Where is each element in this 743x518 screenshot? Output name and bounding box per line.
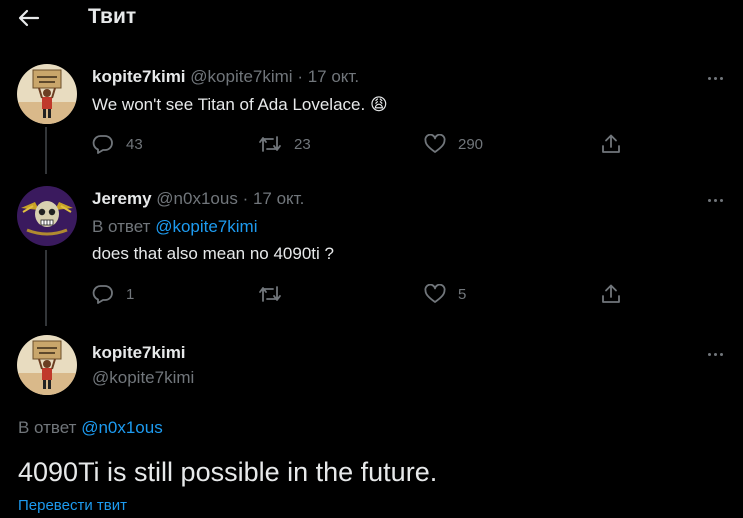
- page-title: Твит: [88, 5, 137, 28]
- more-icon: [706, 67, 724, 85]
- separator: ·: [242, 189, 249, 208]
- more-icon: [706, 343, 724, 361]
- share-icon: [602, 284, 620, 303]
- reply-context: В ответ @kopite7kimi: [92, 217, 257, 237]
- author-name[interactable]: kopite7kimi: [92, 67, 186, 86]
- top-bar: Твит: [0, 0, 743, 36]
- retweet-count: 23: [294, 135, 311, 153]
- reply-prefix: В ответ: [92, 217, 151, 236]
- main-tweet-text: 4090Ti is still possible in the future.: [18, 457, 438, 487]
- avatar-image: [17, 186, 77, 246]
- reply-icon: [92, 135, 113, 154]
- more-button[interactable]: [702, 344, 728, 360]
- more-button[interactable]: [702, 190, 728, 206]
- reply-prefix: В ответ: [18, 418, 77, 437]
- retweet-icon: [259, 286, 281, 302]
- like-button[interactable]: 5: [424, 284, 466, 304]
- reply-to-link[interactable]: @kopite7kimi: [155, 217, 257, 236]
- retweet-icon: [259, 136, 281, 152]
- reply-count: 43: [126, 135, 143, 153]
- tweet-text: We won't see Titan of Ada Lovelace. 😩: [92, 95, 388, 115]
- like-icon: [424, 284, 446, 303]
- like-count: 290: [458, 135, 484, 153]
- tweet-date[interactable]: 17 окт.: [253, 189, 304, 208]
- avatar[interactable]: [17, 186, 77, 246]
- author-handle[interactable]: @kopite7kimi: [92, 368, 194, 388]
- thread-line: [45, 127, 47, 174]
- avatar-image: [17, 64, 77, 124]
- reply-button[interactable]: 43: [92, 134, 143, 154]
- reply-count: 1: [126, 285, 135, 303]
- more-icon: [706, 189, 724, 207]
- translate-tweet-link[interactable]: Перевести твит: [18, 497, 127, 514]
- tweet-text: does that also mean no 4090ti ?: [92, 244, 334, 263]
- like-icon: [424, 134, 446, 153]
- avatar-image: [17, 335, 77, 395]
- separator: ·: [297, 67, 303, 86]
- like-button[interactable]: 290: [424, 134, 483, 154]
- back-button[interactable]: [14, 4, 44, 32]
- avatar[interactable]: [17, 64, 77, 124]
- back-arrow-icon: [18, 9, 40, 27]
- author-handle[interactable]: @n0x1ous: [156, 189, 238, 208]
- share-button[interactable]: [600, 283, 622, 305]
- share-button[interactable]: [600, 133, 622, 155]
- tweet-text-content: We won't see Titan of Ada Lovelace.: [92, 95, 366, 114]
- reply-context: В ответ @n0x1ous: [18, 418, 163, 438]
- author-name[interactable]: kopite7kimi: [92, 343, 186, 363]
- author-name[interactable]: Jeremy: [92, 189, 152, 208]
- reply-button[interactable]: 1: [92, 284, 134, 304]
- avatar[interactable]: [17, 335, 77, 395]
- tweet-header: Jeremy @n0x1ous · 17 окт.: [92, 189, 304, 209]
- reply-icon: [92, 285, 113, 304]
- retweet-button[interactable]: 23: [258, 134, 311, 154]
- like-count: 5: [458, 285, 467, 303]
- author-handle[interactable]: @kopite7kimi: [190, 67, 292, 86]
- tweet-date[interactable]: 17 окт.: [308, 67, 359, 86]
- thread-line: [45, 250, 47, 326]
- more-button[interactable]: [702, 68, 728, 84]
- share-icon: [602, 134, 620, 153]
- tweet-header: kopite7kimi @kopite7kimi · 17 окт.: [92, 67, 359, 87]
- weary-face-emoji: 😩: [369, 95, 388, 114]
- retweet-button[interactable]: [258, 284, 294, 304]
- reply-to-link[interactable]: @n0x1ous: [81, 418, 163, 437]
